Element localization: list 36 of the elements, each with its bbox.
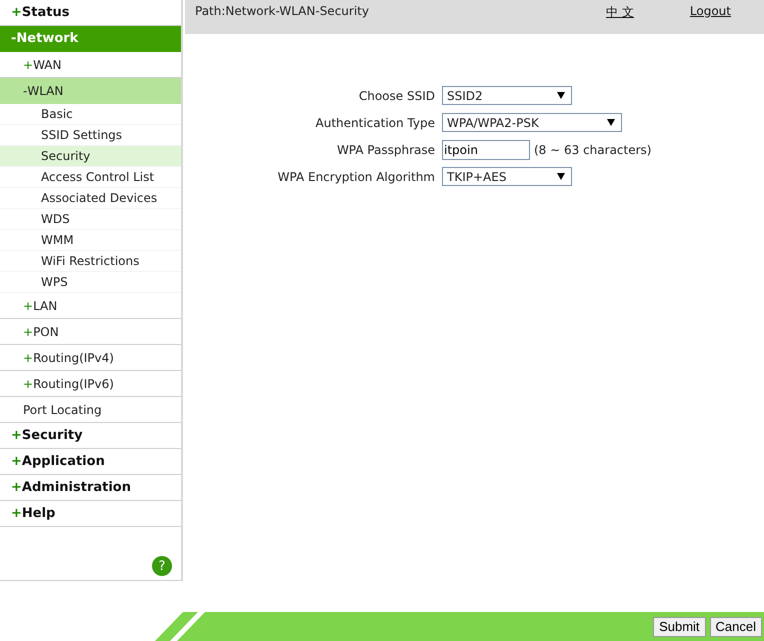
- field-label: WPA Encryption Algorithm: [276, 170, 436, 184]
- caret-icon: [557, 173, 565, 180]
- menu-item[interactable]: Port Locating: [0, 397, 181, 423]
- submit-button[interactable]: Submit: [653, 616, 706, 636]
- breadcrumb-path: Path:Network-WLAN-Security: [195, 4, 370, 18]
- menu-item[interactable]: WPS: [0, 272, 181, 293]
- caret-icon: [607, 119, 615, 126]
- menu-item[interactable]: +Administration: [0, 475, 181, 501]
- passphrase-field[interactable]: itpoin: [442, 140, 530, 160]
- menu-item[interactable]: +Help: [0, 501, 181, 527]
- menu-item[interactable]: +PON: [0, 319, 181, 345]
- menu-item[interactable]: Basic: [0, 104, 181, 125]
- menu-item[interactable]: +Routing(IPv6): [0, 371, 181, 397]
- field-hint: (8 ~ 63 characters): [534, 142, 652, 156]
- field-label: WPA Passphrase: [336, 142, 436, 156]
- menu-item[interactable]: +LAN: [0, 293, 181, 319]
- caret-icon: [557, 92, 565, 99]
- menu-item[interactable]: Access Control List: [0, 167, 181, 188]
- header-link[interactable]: 中 文: [606, 4, 634, 21]
- menu-item[interactable]: -WLAN: [0, 78, 181, 104]
- menu-item[interactable]: WDS: [0, 209, 181, 230]
- menu-item[interactable]: +Routing(IPv4): [0, 345, 181, 371]
- header-link[interactable]: Logout: [690, 4, 731, 18]
- dropdown[interactable]: SSID2: [442, 86, 572, 105]
- cancel-button[interactable]: Cancel: [710, 616, 762, 636]
- menu-item[interactable]: WiFi Restrictions: [0, 251, 181, 272]
- menu-item[interactable]: Associated Devices: [0, 188, 181, 209]
- menu-item[interactable]: +Application: [0, 449, 181, 475]
- field-label: Choose SSID: [358, 88, 436, 102]
- menu-item[interactable]: WMM: [0, 230, 181, 251]
- dropdown[interactable]: TKIP+AES: [442, 167, 572, 186]
- menu-item[interactable]: Security: [0, 146, 181, 167]
- field-label: Authentication Type: [314, 116, 436, 130]
- help-button[interactable]: ?: [152, 556, 172, 576]
- dropdown[interactable]: WPA/WPA2-PSK: [442, 113, 622, 132]
- menu-item[interactable]: +Security: [0, 423, 181, 449]
